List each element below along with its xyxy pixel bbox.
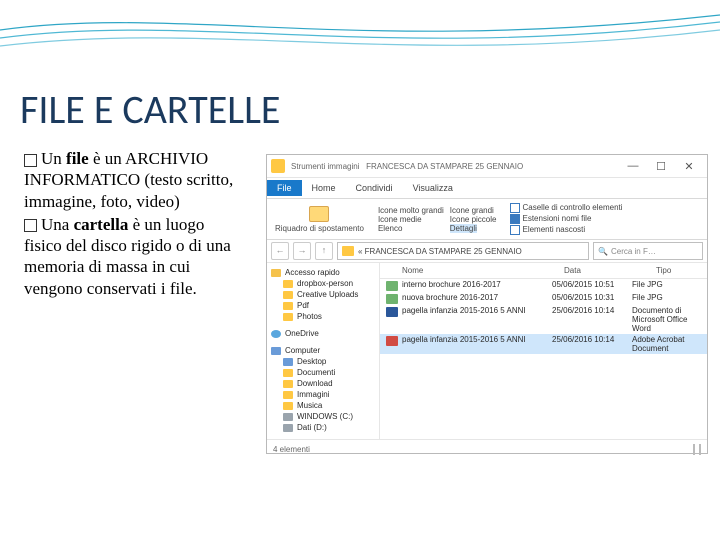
view-thumbs-button[interactable] xyxy=(699,444,701,455)
folder-icon xyxy=(283,291,293,299)
ribbon-tab-view[interactable]: Visualizza xyxy=(403,180,463,196)
sidebar-item-windows-c[interactable]: WINDOWS (C:) xyxy=(269,411,377,422)
file-row[interactable]: pagella infanzia 2015-2016 5 ANNI 25/06/… xyxy=(380,334,707,354)
back-button[interactable]: ← xyxy=(271,242,289,260)
close-button[interactable]: ✕ xyxy=(675,160,703,173)
drive-icon xyxy=(283,424,293,432)
bullet-icon xyxy=(24,219,37,232)
titlebar-context: Strumenti immagini FRANCESCA DA STAMPARE… xyxy=(291,162,523,171)
folder-icon xyxy=(283,302,293,310)
drive-icon xyxy=(283,413,293,421)
column-headers[interactable]: Nome Data Tipo xyxy=(380,263,707,279)
layout-list[interactable]: Elenco xyxy=(378,224,402,233)
address-bar[interactable]: « FRANCESCA DA STAMPARE 25 GENNAIO xyxy=(337,242,589,260)
chk-hidden[interactable]: Elementi nascosti xyxy=(510,225,622,235)
layout-md[interactable]: Icone medie xyxy=(378,215,422,224)
bullet-2: Una cartella è un luogo fisico del disco… xyxy=(24,214,246,299)
col-date[interactable]: Data xyxy=(558,263,650,278)
folder-icon xyxy=(342,246,354,256)
file-list: Nome Data Tipo interno brochure 2016-201… xyxy=(380,263,707,439)
titlebar[interactable]: Strumenti immagini FRANCESCA DA STAMPARE… xyxy=(267,155,707,178)
view-details-button[interactable] xyxy=(693,444,695,455)
layout-details[interactable]: Dettagli xyxy=(450,224,477,233)
sidebar-item-images[interactable]: Immagini xyxy=(269,389,377,400)
ribbon-toolbar: Riquadro di spostamento Icone molto gran… xyxy=(267,199,707,240)
cloud-icon xyxy=(271,330,281,338)
sidebar-item-data-d[interactable]: Dati (D:) xyxy=(269,422,377,433)
sidebar-item-documents[interactable]: Documenti xyxy=(269,367,377,378)
folder-icon xyxy=(283,280,293,288)
file-row[interactable]: interno brochure 2016-2017 05/06/2015 10… xyxy=(380,279,707,292)
file-row[interactable]: pagella infanzia 2015-2016 5 ANNI 25/06/… xyxy=(380,305,707,334)
address-bar-row: ← → ↑ « FRANCESCA DA STAMPARE 25 GENNAIO… xyxy=(267,240,707,263)
layout-xl[interactable]: Icone molto grandi xyxy=(378,206,444,215)
sidebar-item-dropbox[interactable]: dropbox-person xyxy=(269,278,377,289)
pdf-icon xyxy=(386,336,398,346)
image-icon xyxy=(386,281,398,291)
sidebar-item-downloads[interactable]: Download xyxy=(269,378,377,389)
layout-lg[interactable]: Icone grandi xyxy=(450,206,494,215)
folder-icon xyxy=(283,369,293,377)
folder-icon xyxy=(283,402,293,410)
status-bar: 4 elementi xyxy=(267,439,707,458)
navpane-icon xyxy=(309,206,329,222)
nav-sidebar: Accesso rapido dropbox-person Creative U… xyxy=(267,263,380,439)
navpane-button[interactable]: Riquadro di spostamento xyxy=(275,206,364,233)
ribbon-tabs: File Home Condividi Visualizza xyxy=(267,178,707,199)
sidebar-item-pdf[interactable]: Pdf xyxy=(269,300,377,311)
word-icon xyxy=(386,307,398,317)
maximize-button[interactable]: ☐ xyxy=(647,160,675,173)
col-type[interactable]: Tipo xyxy=(650,263,707,278)
col-name[interactable]: Nome xyxy=(380,263,558,278)
layout-sm[interactable]: Icone piccole xyxy=(450,215,497,224)
sidebar-item-creative[interactable]: Creative Uploads xyxy=(269,289,377,300)
ribbon-tab-home[interactable]: Home xyxy=(302,180,346,196)
bullet-icon xyxy=(24,154,37,167)
ribbon-tab-file[interactable]: File xyxy=(267,180,302,196)
folder-icon xyxy=(283,391,293,399)
status-count: 4 elementi xyxy=(273,445,310,454)
layout-group: Icone molto grandi Icone medie Elenco Ic… xyxy=(378,206,497,233)
file-explorer-window: Strumenti immagini FRANCESCA DA STAMPARE… xyxy=(266,154,708,454)
sidebar-item-onedrive[interactable]: OneDrive xyxy=(269,328,377,339)
sidebar-item-photos[interactable]: Photos xyxy=(269,311,377,322)
sidebar-item-computer[interactable]: Computer xyxy=(269,345,377,356)
star-icon xyxy=(271,269,281,277)
desktop-icon xyxy=(283,358,293,366)
pc-icon xyxy=(271,347,281,355)
image-icon xyxy=(386,294,398,304)
slide-title: FILE E CARTELLE xyxy=(20,85,280,134)
folder-icon xyxy=(271,159,285,173)
chk-extensions[interactable]: Estensioni nomi file xyxy=(510,214,622,224)
forward-button[interactable]: → xyxy=(293,242,311,260)
folder-icon xyxy=(283,380,293,388)
body-text: Un file è un ARCHIVIO INFORMATICO (testo… xyxy=(24,148,246,301)
decorative-wave xyxy=(0,0,720,70)
bullet-1: Un file è un ARCHIVIO INFORMATICO (testo… xyxy=(24,148,246,212)
sidebar-item-desktop[interactable]: Desktop xyxy=(269,356,377,367)
up-button[interactable]: ↑ xyxy=(315,242,333,260)
sidebar-item-quickaccess[interactable]: Accesso rapido xyxy=(269,267,377,278)
minimize-button[interactable]: — xyxy=(619,160,647,172)
chk-item-boxes[interactable]: Caselle di controllo elementi xyxy=(510,203,622,213)
folder-icon xyxy=(283,313,293,321)
showhide-group: Caselle di controllo elementi Estensioni… xyxy=(510,203,622,235)
search-input[interactable]: 🔍Cerca in F… xyxy=(593,242,703,260)
ribbon-tab-share[interactable]: Condividi xyxy=(346,180,403,196)
file-row[interactable]: nuova brochure 2016-2017 05/06/2015 10:3… xyxy=(380,292,707,305)
sidebar-item-music[interactable]: Musica xyxy=(269,400,377,411)
